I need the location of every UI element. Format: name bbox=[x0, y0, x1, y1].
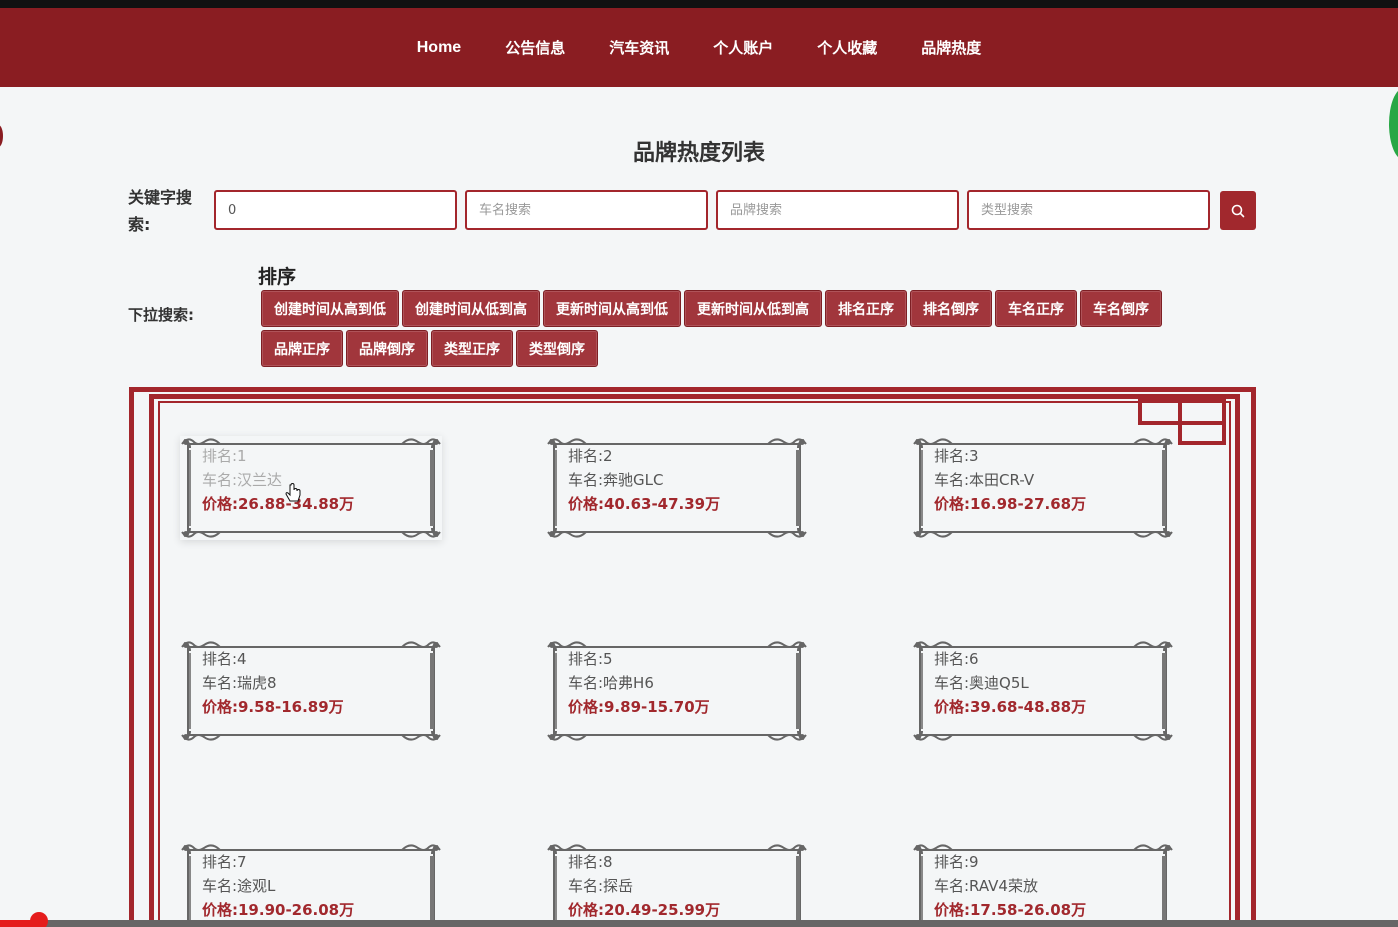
card-rank: 排名:7 bbox=[202, 853, 247, 871]
sort-updated-asc-button[interactable]: 更新时间从低到高 bbox=[684, 290, 822, 327]
card-rank: 排名:8 bbox=[568, 853, 613, 871]
car-card[interactable]: 排名:1 车名:汉兰达 价格:26.88-34.88万 bbox=[180, 436, 442, 540]
nav-announcements[interactable]: 公告信息 bbox=[505, 37, 565, 58]
sort-car-name-asc-button[interactable]: 车名正序 bbox=[995, 290, 1077, 327]
nav-account[interactable]: 个人账户 bbox=[713, 37, 773, 58]
card-car-name: 车名:瑞虎8 bbox=[202, 674, 277, 692]
brand-search-input[interactable] bbox=[716, 190, 959, 230]
card-car-name: 车名:途观L bbox=[202, 877, 276, 895]
nav-home[interactable]: Home bbox=[417, 39, 461, 57]
sort-type-desc-button[interactable]: 类型倒序 bbox=[516, 330, 598, 367]
car-card[interactable]: 排名:6 车名:奥迪Q5L 价格:39.68-48.88万 bbox=[912, 639, 1174, 743]
card-rank: 排名:6 bbox=[934, 650, 979, 668]
card-car-name: 车名:RAV4荣放 bbox=[934, 877, 1038, 895]
sort-brand-asc-button[interactable]: 品牌正序 bbox=[261, 330, 343, 367]
card-rank: 排名:3 bbox=[934, 447, 979, 465]
card-car-name: 车名:奥迪Q5L bbox=[934, 674, 1029, 692]
sort-rank-asc-button[interactable]: 排名正序 bbox=[825, 290, 907, 327]
card-price: 价格:16.98-27.68万 bbox=[934, 495, 1087, 513]
car-card[interactable]: 排名:5 车名:哈弗H6 价格:9.89-15.70万 bbox=[546, 639, 808, 743]
card-rank: 排名:5 bbox=[568, 650, 613, 668]
car-card[interactable]: 排名:3 车名:本田CR-V 价格:16.98-27.68万 bbox=[912, 436, 1174, 540]
page-title: 品牌热度列表 bbox=[632, 141, 765, 166]
hand-cursor-icon bbox=[285, 483, 301, 502]
card-rank: 排名:9 bbox=[934, 853, 979, 871]
video-progress-handle[interactable] bbox=[30, 912, 48, 927]
card-rank: 排名:2 bbox=[568, 447, 613, 465]
type-search-input[interactable] bbox=[967, 190, 1210, 230]
card-price: 价格:39.68-48.88万 bbox=[934, 698, 1087, 716]
sort-car-name-desc-button[interactable]: 车名倒序 bbox=[1080, 290, 1162, 327]
nav-car-news[interactable]: 汽车资讯 bbox=[609, 37, 669, 58]
search-icon bbox=[1231, 204, 1245, 217]
sort-button-group: 创建时间从高到低 创建时间从低到高 更新时间从高到低 更新时间从低到高 排名正序… bbox=[261, 290, 1171, 367]
card-price: 价格:9.58-16.89万 bbox=[202, 698, 344, 716]
car-name-search-input[interactable] bbox=[465, 190, 708, 230]
sort-brand-desc-button[interactable]: 品牌倒序 bbox=[346, 330, 428, 367]
card-car-name: 车名:哈弗H6 bbox=[568, 674, 654, 692]
sort-title: 排序 bbox=[258, 266, 297, 288]
search-button[interactable] bbox=[1220, 191, 1256, 230]
card-car-name: 车名:本田CR-V bbox=[934, 471, 1035, 489]
card-rank: 排名:4 bbox=[202, 650, 247, 668]
nav-favorites[interactable]: 个人收藏 bbox=[817, 37, 877, 58]
car-card[interactable]: 排名:7 车名:途观L 价格:19.90-26.08万 bbox=[180, 842, 442, 927]
car-card[interactable]: 排名:8 车名:探岳 价格:20.49-25.99万 bbox=[546, 842, 808, 927]
car-card[interactable]: 排名:4 车名:瑞虎8 价格:9.58-16.89万 bbox=[180, 639, 442, 743]
card-price: 价格:19.90-26.08万 bbox=[202, 901, 355, 919]
card-car-name: 车名:汉兰达 bbox=[202, 471, 283, 489]
top-strip bbox=[0, 0, 1398, 8]
card-rank: 排名:1 bbox=[202, 447, 247, 465]
search-label: 关键字搜索: bbox=[128, 188, 193, 234]
sort-rank-desc-button[interactable]: 排名倒序 bbox=[910, 290, 992, 327]
card-car-name: 车名:探岳 bbox=[568, 877, 634, 895]
card-price: 价格:20.49-25.99万 bbox=[568, 901, 721, 919]
sort-updated-desc-button[interactable]: 更新时间从高到低 bbox=[543, 290, 681, 327]
video-progress-track[interactable] bbox=[0, 920, 1398, 927]
card-price: 价格:26.88-34.88万 bbox=[202, 495, 355, 513]
sort-created-desc-button[interactable]: 创建时间从高到低 bbox=[261, 290, 399, 327]
car-card[interactable]: 排名:2 车名:奔驰GLC 价格:40.63-47.39万 bbox=[546, 436, 808, 540]
sort-created-asc-button[interactable]: 创建时间从低到高 bbox=[402, 290, 540, 327]
card-price: 价格:40.63-47.39万 bbox=[568, 495, 721, 513]
card-car-name: 车名:奔驰GLC bbox=[568, 471, 664, 489]
card-price: 价格:9.89-15.70万 bbox=[568, 698, 710, 716]
card-price: 价格:17.58-26.08万 bbox=[934, 901, 1087, 919]
nav-brand-heat[interactable]: 品牌热度 bbox=[921, 37, 981, 58]
keyword-input[interactable] bbox=[214, 190, 457, 230]
sort-type-asc-button[interactable]: 类型正序 bbox=[431, 330, 513, 367]
sort-label: 下拉搜索: bbox=[128, 306, 194, 324]
car-card[interactable]: 排名:9 车名:RAV4荣放 价格:17.58-26.08万 bbox=[912, 842, 1174, 927]
navbar: Home 公告信息 汽车资讯 个人账户 个人收藏 品牌热度 bbox=[0, 8, 1398, 87]
